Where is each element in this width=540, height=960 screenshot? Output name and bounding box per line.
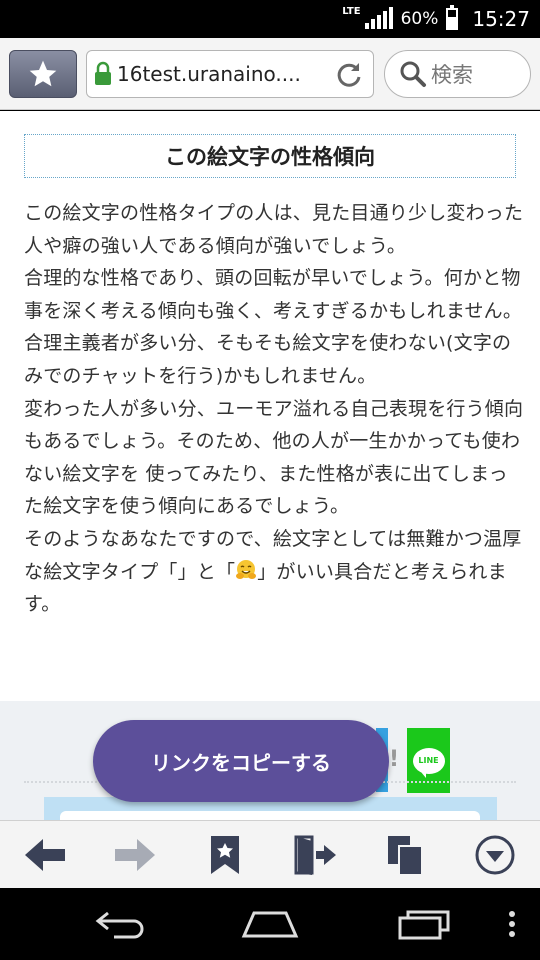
tabs-button[interactable] bbox=[380, 831, 430, 879]
section-title: この絵文字の性格傾向 bbox=[24, 134, 516, 178]
menu-button[interactable] bbox=[470, 831, 520, 879]
signal-icon bbox=[364, 7, 393, 29]
nav-back-button[interactable] bbox=[92, 902, 152, 946]
share-exclamation: ! bbox=[389, 747, 400, 772]
panel-inner bbox=[60, 811, 480, 820]
battery-icon bbox=[446, 5, 459, 30]
browser-bottom-bar bbox=[0, 820, 540, 888]
copy-link-button[interactable]: リンクをコピーする bbox=[93, 720, 389, 802]
search-button[interactable]: 検索 bbox=[384, 50, 531, 98]
hugging-face-emoji-icon bbox=[236, 559, 257, 579]
nav-overflow-button[interactable] bbox=[500, 902, 524, 946]
url-text: 16test.uranaino.... bbox=[117, 62, 301, 86]
article-body: この絵文字の性格タイプの人は、見た目通り少し変わった人や癖の強い人である傾向が強… bbox=[24, 197, 524, 621]
tabs-icon bbox=[388, 836, 423, 876]
page-content: この絵文字の性格傾向 この絵文字の性格タイプの人は、見た目通り少し変わった人や癖… bbox=[0, 111, 540, 820]
exit-button[interactable] bbox=[290, 831, 340, 879]
bookmark-star-button[interactable] bbox=[9, 50, 77, 98]
menu-down-icon bbox=[475, 835, 515, 875]
exit-door-icon bbox=[294, 835, 336, 875]
bookmark-icon bbox=[211, 836, 239, 874]
system-nav-bar bbox=[0, 888, 540, 960]
nav-home-icon bbox=[241, 911, 299, 938]
nav-overflow-icon bbox=[509, 911, 515, 937]
network-type: LTE bbox=[342, 5, 361, 17]
search-icon bbox=[400, 61, 426, 87]
line-icon: LINE bbox=[412, 747, 445, 778]
browser-toolbar: 16test.uranaino.... 検索 bbox=[0, 38, 540, 110]
status-bar: LTE 60% 15:27 bbox=[0, 0, 540, 38]
lock-icon bbox=[95, 61, 111, 85]
paragraph: そのようなあなたですので、絵文字としては無難かつ温厚な絵文字タイプ「」と「 」が… bbox=[24, 523, 524, 621]
clock: 15:27 bbox=[472, 7, 530, 31]
paragraph: この絵文字の性格タイプの人は、見た目通り少し変わった人や癖の強い人である傾向が強… bbox=[24, 202, 524, 257]
forward-arrow-icon bbox=[115, 839, 155, 871]
search-label: 検索 bbox=[431, 63, 473, 87]
reload-icon[interactable] bbox=[333, 59, 365, 91]
line-share-button[interactable]: LINE bbox=[407, 728, 450, 793]
bookmarks-button[interactable] bbox=[200, 831, 250, 879]
nav-recents-button[interactable] bbox=[394, 902, 454, 946]
nav-back-icon bbox=[95, 911, 144, 939]
paragraph: 変わった人が多い分、ユーモア溢れる自己表現を行う傾向もあるでしょう。そのため、他… bbox=[24, 397, 524, 518]
forward-button[interactable] bbox=[110, 831, 160, 879]
text-fragment: 」と「 bbox=[177, 560, 236, 583]
url-bar[interactable]: 16test.uranaino.... bbox=[86, 50, 374, 98]
nav-recents-icon bbox=[398, 910, 450, 940]
back-arrow-icon bbox=[25, 839, 65, 871]
battery-percent: 60% bbox=[400, 9, 439, 29]
back-button[interactable] bbox=[20, 831, 70, 879]
paragraph: 合理的な性格であり、頭の回転が早いでしょう。何かと物事を深く考える傾向も強く、考… bbox=[24, 267, 523, 387]
star-icon bbox=[29, 60, 57, 87]
nav-home-button[interactable] bbox=[240, 902, 300, 946]
